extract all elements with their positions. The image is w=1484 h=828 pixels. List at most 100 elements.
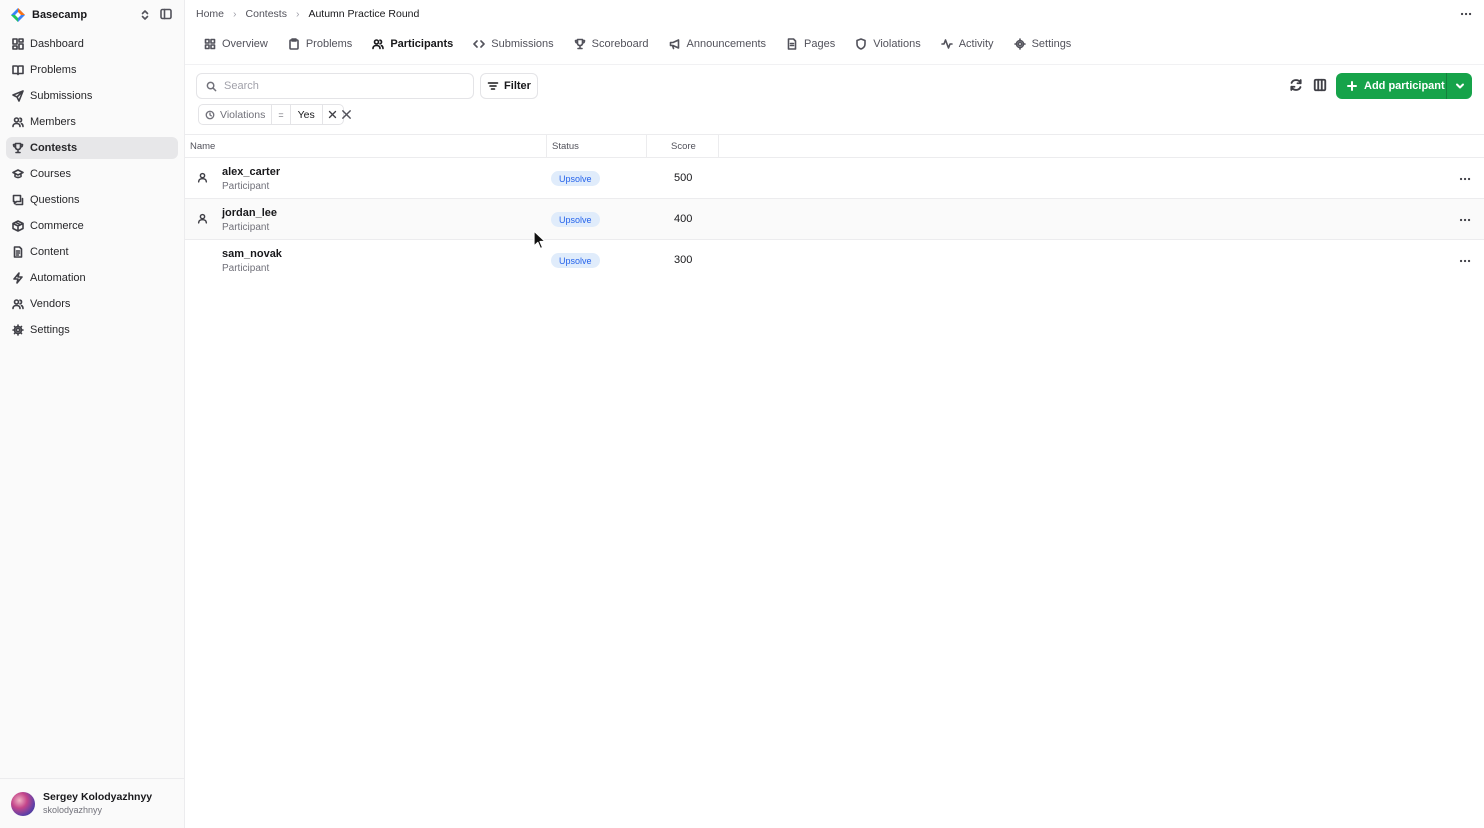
users-icon	[12, 299, 24, 310]
sidebar: Basecamp Dashboard Problems Submissions …	[0, 0, 185, 828]
sidebar-item-questions[interactable]: Questions	[6, 189, 178, 211]
column-header-status[interactable]: Status	[546, 135, 646, 158]
users-icon	[12, 117, 24, 128]
sidebar-nav: Dashboard Problems Submissions Members C…	[6, 33, 178, 345]
sidebar-item-label: Commerce	[30, 220, 84, 232]
table-row[interactable]: alex_carter Participant Upsolve 500	[185, 158, 1484, 199]
chevron-right-icon: ›	[295, 8, 300, 20]
filter-field-label: Violations	[220, 108, 266, 121]
filter-button[interactable]: Filter	[480, 73, 538, 99]
tab-label: Submissions	[491, 38, 554, 50]
tab-participants[interactable]: Participants	[364, 34, 461, 54]
columns-icon[interactable]	[1313, 78, 1327, 92]
tab-submissions[interactable]: Submissions	[465, 34, 561, 54]
close-icon	[329, 110, 337, 119]
add-participant-button[interactable]: Add participant	[1336, 73, 1472, 99]
more-horizontal-icon[interactable]	[1459, 173, 1471, 185]
book-icon	[12, 65, 24, 76]
participant-role: Participant	[222, 181, 270, 192]
search-icon	[206, 81, 217, 91]
tab-label: Participants	[390, 38, 454, 50]
filter-field[interactable]: Violations	[199, 105, 273, 124]
table-row[interactable]: sam_novak Participant Upsolve 300	[185, 240, 1484, 281]
breadcrumb-home-link[interactable]: Home	[196, 8, 224, 20]
workspace-name: Basecamp	[32, 9, 88, 21]
filter-value[interactable]: Yes	[291, 105, 323, 124]
column-header-name[interactable]: Name	[190, 135, 215, 158]
sidebar-item-label: Dashboard	[30, 38, 84, 50]
tab-overview[interactable]: Overview	[196, 34, 276, 54]
sidebar-item-content[interactable]: Content	[6, 241, 178, 263]
table-row[interactable]: jordan_lee Participant Upsolve 400	[185, 199, 1484, 240]
sidebar-item-dashboard[interactable]: Dashboard	[6, 33, 178, 55]
active-filter-chip: Violations = Yes	[198, 104, 344, 125]
participant-name: sam_novak	[222, 248, 282, 260]
zap-icon	[13, 272, 23, 284]
package-icon	[12, 220, 24, 232]
refresh-icon[interactable]	[1289, 78, 1303, 92]
tab-label: Pages	[804, 38, 836, 50]
trophy-icon	[574, 38, 585, 50]
sidebar-item-label: Courses	[30, 168, 71, 180]
shield-icon	[856, 38, 867, 50]
search-input[interactable]	[224, 80, 464, 92]
breadcrumb-contests-link[interactable]: Contests	[246, 8, 287, 20]
chevron-down-icon	[1455, 83, 1464, 89]
add-participant-dropdown[interactable]	[1447, 73, 1472, 99]
user-icon	[197, 172, 208, 183]
sidebar-item-submissions[interactable]: Submissions	[6, 85, 178, 107]
remove-filter-button[interactable]	[323, 105, 343, 124]
basecamp-logo-icon	[11, 8, 25, 22]
tabs-divider	[185, 64, 1484, 65]
sidebar-toggle-icon[interactable]	[160, 8, 172, 20]
activity-icon	[940, 39, 953, 49]
user-icon	[197, 213, 208, 224]
clear-filters-icon[interactable]	[341, 109, 352, 120]
sidebar-item-members[interactable]: Members	[6, 111, 178, 133]
mouse-cursor-icon	[533, 230, 546, 250]
filter-button-label: Filter	[504, 80, 531, 92]
sidebar-item-label: Content	[30, 246, 69, 258]
sidebar-item-problems[interactable]: Problems	[6, 59, 178, 81]
filter-operator[interactable]: =	[272, 105, 291, 124]
sidebar-item-contests[interactable]: Contests	[6, 137, 178, 159]
breadcrumb: Home › Contests › Autumn Practice Round	[196, 7, 419, 21]
more-horizontal-icon[interactable]	[1459, 255, 1471, 267]
workspace-switcher[interactable]: Basecamp	[10, 5, 175, 25]
user-menu[interactable]: Sergey Kolodyazhnyy skolodyazhnyy	[0, 778, 184, 828]
participant-name: alex_carter	[222, 166, 281, 178]
more-horizontal-icon[interactable]	[1460, 8, 1472, 20]
breadcrumb-current: Autumn Practice Round	[308, 8, 420, 20]
sidebar-item-courses[interactable]: Courses	[6, 163, 178, 185]
sidebar-item-label: Vendors	[30, 298, 71, 310]
file-text-icon	[13, 246, 23, 258]
tab-problems[interactable]: Problems	[280, 34, 360, 54]
tab-activity[interactable]: Activity	[933, 34, 1002, 54]
more-horizontal-icon[interactable]	[1459, 214, 1471, 226]
contest-tabs: Overview Problems Participants Submissio…	[196, 34, 1083, 54]
tab-violations[interactable]: Violations	[847, 34, 929, 54]
tab-announcements[interactable]: Announcements	[661, 34, 775, 54]
megaphone-icon	[669, 39, 679, 50]
gear-icon	[12, 324, 24, 336]
column-header-score[interactable]: Score	[646, 135, 719, 158]
graduation-cap-icon	[12, 169, 24, 179]
tab-settings[interactable]: Settings	[1006, 34, 1080, 54]
code-icon	[473, 40, 486, 48]
sidebar-item-settings[interactable]: Settings	[6, 319, 178, 341]
sidebar-item-label: Problems	[30, 64, 77, 76]
sidebar-item-automation[interactable]: Automation	[6, 267, 178, 289]
search-field[interactable]	[196, 73, 474, 99]
sidebar-item-commerce[interactable]: Commerce	[6, 215, 178, 237]
filter-icon	[487, 82, 499, 90]
participants-table: Name Status Score alex_carter Participan…	[185, 134, 1484, 281]
tab-label: Violations	[873, 38, 921, 50]
chevrons-up-down-icon	[141, 10, 149, 20]
sidebar-item-vendors[interactable]: Vendors	[6, 293, 178, 315]
gear-icon	[1013, 38, 1026, 50]
tab-pages[interactable]: Pages	[778, 34, 843, 54]
tab-scoreboard[interactable]: Scoreboard	[566, 34, 657, 54]
add-participant-main[interactable]: Add participant	[1336, 73, 1446, 99]
tab-label: Overview	[222, 38, 268, 50]
clock-icon	[205, 110, 215, 119]
